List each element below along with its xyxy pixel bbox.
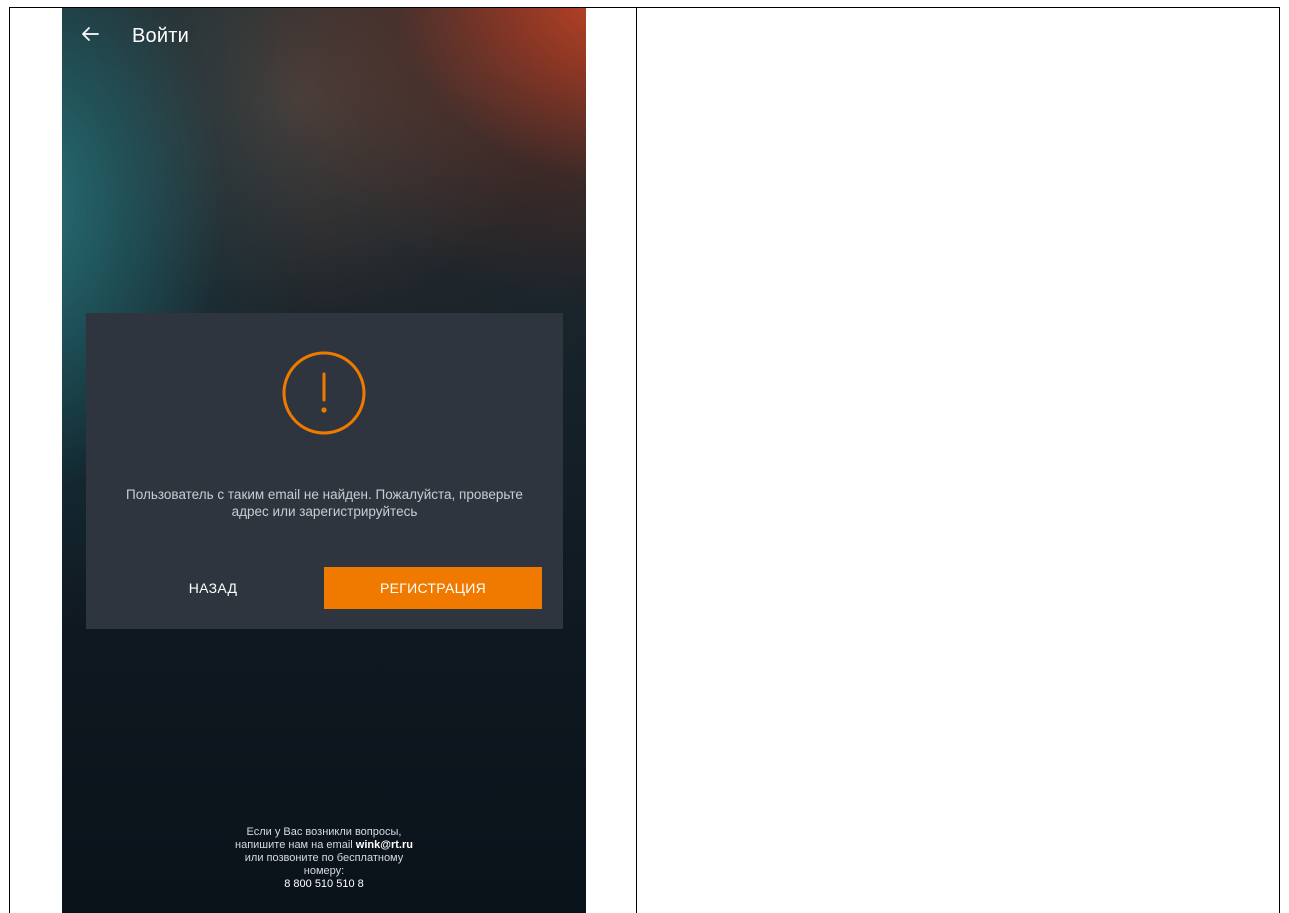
footer-line-3: или позвоните по бесплатному — [244, 852, 404, 864]
back-button[interactable]: НАЗАД — [148, 567, 278, 609]
page-title: Войти — [132, 25, 189, 47]
phone-screen: Войти Пользователь с таким email не найд… — [62, 8, 586, 913]
register-button[interactable]: РЕГИСТРАЦИЯ — [324, 567, 542, 609]
warning-circle-icon — [281, 350, 367, 436]
table-column-divider — [636, 7, 637, 913]
support-footer: Если у Вас возникли вопросы, напишите на… — [62, 826, 586, 891]
footer-line-1: Если у Вас возникли вопросы, — [246, 826, 402, 838]
document-page: Войти Пользователь с таким email не найд… — [0, 0, 1289, 913]
footer-line-2: напишите нам на email wink@rt.ru — [62, 839, 586, 852]
arrow-left-icon[interactable] — [78, 22, 102, 46]
support-email-link[interactable]: wink@rt.ru — [356, 839, 413, 851]
footer-line-2-text: напишите нам на email — [235, 839, 356, 851]
footer-line-4: номеру: — [303, 865, 345, 877]
support-phone-link[interactable]: 8 800 510 510 8 — [62, 878, 586, 891]
error-dialog: Пользователь с таким email не найден. По… — [86, 313, 563, 629]
error-message: Пользователь с таким email не найден. По… — [126, 487, 523, 519]
app-bar: Войти — [62, 8, 586, 68]
